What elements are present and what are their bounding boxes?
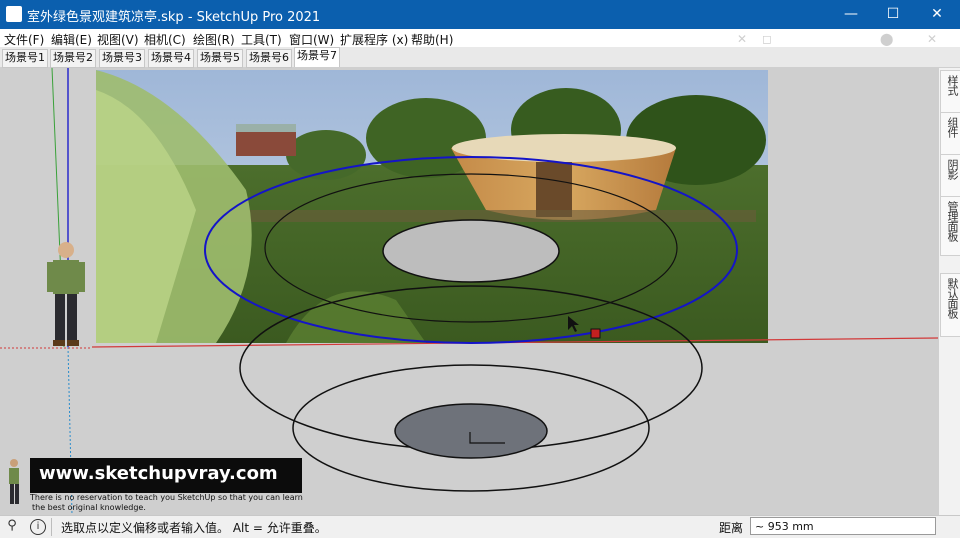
menu-view[interactable]: 视图(V)	[97, 31, 139, 48]
sketchup-app-icon[interactable]	[6, 6, 22, 22]
menu-window[interactable]: 窗口(W)	[289, 31, 334, 48]
menu-file[interactable]: 文件(F)	[4, 31, 44, 48]
tray-tab-manage[interactable]: 管理面板	[940, 196, 960, 256]
tray-tab-default[interactable]: 默认面板	[940, 273, 960, 337]
menu-camera[interactable]: 相机(C)	[144, 31, 186, 48]
tab-scene-4[interactable]: 场景号4	[148, 49, 194, 68]
minimize-button[interactable]: —	[828, 0, 874, 29]
tab-scene-1[interactable]: 场景号1	[2, 49, 48, 68]
tray-tab-shadows-label: 阴影	[946, 159, 959, 179]
tray-tab-default-label: 默认面板	[946, 278, 959, 318]
watermark-tagline: There is no reservation to teach you Ske…	[30, 493, 320, 513]
title-bar: 室外绿色景观建筑凉亭.skp - SketchUp Pro 2021 — ☐ ✕	[0, 0, 960, 29]
menu-tools[interactable]: 工具(T)	[241, 31, 282, 48]
tab-scene-7[interactable]: 场景号7	[294, 47, 340, 67]
model-geometry	[0, 68, 938, 515]
tab-scene-2[interactable]: 场景号2	[50, 49, 96, 68]
ghost-restore-icon: ◻	[762, 32, 772, 46]
scale-figure-small	[9, 459, 19, 504]
menu-draw[interactable]: 绘图(R)	[193, 31, 235, 48]
status-divider	[51, 518, 52, 536]
maximize-button[interactable]: ☐	[870, 0, 916, 29]
lower-disc	[394, 403, 548, 459]
tray-tab-components-label: 组件	[946, 117, 959, 137]
tab-scene-5[interactable]: 场景号5	[197, 49, 243, 68]
tab-scene-6[interactable]: 场景号6	[246, 49, 292, 68]
ghost-close-icon-2: ✕	[927, 32, 938, 46]
menu-edit[interactable]: 编辑(E)	[51, 31, 92, 48]
watermark-line-2: the best original knowledge.	[32, 503, 146, 512]
status-bar: ⚲ i 选取点以定义偏移或者输入值。 Alt = 允许重叠。 距离 ~ 953 …	[0, 515, 960, 538]
mouse-pointer-icon	[568, 316, 579, 332]
watermark-line-1: There is no reservation to teach you Ske…	[30, 493, 303, 502]
window-title: 室外绿色景观建筑凉亭.skp - SketchUp Pro 2021	[27, 10, 321, 25]
ghost-record-icon: ⬤	[880, 32, 894, 46]
geo-location-icon[interactable]: ⚲	[5, 519, 19, 533]
info-icon[interactable]: i	[30, 519, 46, 535]
tray-tab-shadows[interactable]: 阴影	[940, 154, 960, 198]
scale-figure	[47, 242, 85, 346]
tray-tab-manage-label: 管理面板	[946, 201, 959, 241]
tray-tab-styles[interactable]: 样式	[940, 70, 960, 114]
measurements-label: 距离	[719, 521, 744, 535]
ghost-close-icon: ✕	[737, 32, 748, 46]
measurements-box[interactable]: ~ 953 mm	[750, 517, 936, 535]
status-message: 选取点以定义偏移或者输入值。 Alt = 允许重叠。	[61, 521, 327, 535]
endpoint-marker	[590, 328, 601, 339]
tab-scene-3[interactable]: 场景号3	[99, 49, 145, 68]
tray-tab-components[interactable]: 组件	[940, 112, 960, 156]
upper-disc	[382, 219, 560, 283]
scene-tabs: 场景号1 场景号2 场景号3 场景号4 场景号5 场景号6 场景号7	[0, 47, 960, 68]
tray-tab-styles-label: 样式	[946, 75, 959, 95]
menu-extensions[interactable]: 扩展程序 (x)	[340, 31, 408, 48]
default-tray: 样式 组件 阴影 管理面板 默认面板	[938, 68, 960, 515]
close-button[interactable]: ✕	[914, 0, 960, 29]
menu-bar: 文件(F) 编辑(E) 视图(V) 相机(C) 绘图(R) 工具(T) 窗口(W…	[0, 29, 960, 47]
modeling-viewport[interactable]	[0, 68, 938, 515]
menu-help[interactable]: 帮助(H)	[411, 31, 453, 48]
watermark-url: www.sketchupvray.com	[39, 463, 278, 484]
